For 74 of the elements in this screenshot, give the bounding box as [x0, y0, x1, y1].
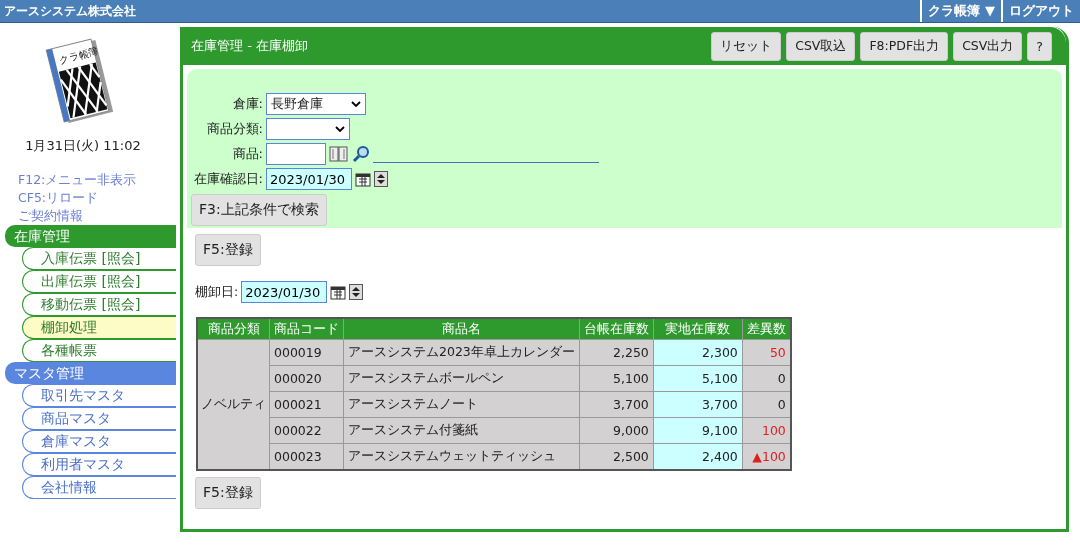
table-cell: 2,500	[579, 443, 654, 470]
toolbar-button[interactable]: CSV出力	[953, 31, 1023, 61]
date-time: 1月31日(火) 11:02	[24, 137, 142, 155]
field-label: 商品分類:	[205, 120, 263, 138]
field-label: 在庫確認日:	[192, 170, 263, 188]
category-select[interactable]	[266, 118, 350, 140]
table-cell: 3,700	[579, 391, 654, 418]
register-button[interactable]: F5:登録	[195, 234, 261, 266]
quantity-input[interactable]: 2,300	[653, 339, 743, 366]
chevron-down-icon	[351, 101, 361, 107]
menu-item[interactable]: 倉庫マスタ	[22, 430, 176, 453]
menu-item[interactable]: 棚卸処理	[22, 316, 176, 339]
logout-link[interactable]: ログアウト	[1001, 0, 1080, 22]
logo-text: クラ帳簿	[57, 44, 101, 68]
menu-item[interactable]: 移動伝票 [照会]	[22, 293, 176, 316]
panel-title: 在庫管理 - 在庫棚卸	[191, 37, 308, 55]
field-label: 商品:	[231, 145, 263, 163]
spinner-icon[interactable]	[374, 171, 388, 187]
column-header: 商品コード	[269, 318, 344, 340]
toolbar-button[interactable]: F8:PDF出力	[860, 31, 949, 61]
register-button[interactable]: F5:登録	[195, 477, 261, 509]
table-cell: 5,100	[579, 365, 654, 392]
field-label: 棚卸日:	[195, 283, 239, 301]
sidebar-link[interactable]: CF5:リロード	[18, 189, 176, 207]
table-cell: アースシステム2023年卓上カレンダー	[343, 339, 580, 366]
menu-item[interactable]: 入庫伝票 [照会]	[22, 247, 176, 270]
column-header: 実地在庫数	[653, 318, 743, 340]
menu-group-header[interactable]: 在庫管理	[5, 225, 176, 247]
column-header: 商品名	[343, 318, 580, 340]
table-cell: 000020	[269, 365, 344, 392]
menu-group-header[interactable]: マスタ管理	[5, 362, 176, 384]
menu-item[interactable]: 各種帳票	[22, 339, 176, 362]
table-cell: 000022	[269, 417, 344, 444]
calendar-icon[interactable]	[355, 171, 371, 187]
sidebar-link[interactable]: ご契約情報	[18, 207, 176, 225]
menu-item[interactable]: 商品マスタ	[22, 407, 176, 430]
company-name: アースシステム株式会社	[3, 2, 136, 20]
table-cell: アースシステムウェットティッシュ	[343, 443, 580, 470]
table-cell: 000021	[269, 391, 344, 418]
quantity-input[interactable]: 3,700	[653, 391, 743, 418]
app-menu[interactable]: クラ帳簿 ▼	[920, 0, 1001, 22]
column-header: 商品分類	[197, 318, 270, 340]
table-cell: 2,250	[579, 339, 654, 366]
search-button[interactable]: F3:上記条件で検索	[191, 194, 327, 226]
warehouse-select[interactable]: 長野倉庫	[266, 93, 366, 115]
field-label: 倉庫:	[231, 95, 263, 113]
column-header: 台帳在庫数	[579, 318, 654, 340]
table-cell: 000023	[269, 443, 344, 470]
toolbar-button[interactable]: CSV取込	[786, 31, 856, 61]
menu-item[interactable]: 取引先マスタ	[22, 384, 176, 407]
search-icon[interactable]	[352, 145, 370, 163]
book-icon[interactable]	[329, 145, 349, 163]
menu-item[interactable]: 出庫伝票 [照会]	[22, 270, 176, 293]
quantity-input[interactable]: 2,400	[653, 443, 743, 470]
table-cell: 000019	[269, 339, 344, 366]
product-input[interactable]	[266, 143, 326, 165]
sidebar-link[interactable]: F12:メニュー非表示	[18, 171, 176, 189]
table-cell: アースシステム付箋紙	[343, 417, 580, 444]
table-cell: ノベルティ	[197, 339, 270, 470]
column-header: 差異数	[742, 318, 791, 340]
menu-item[interactable]: 利用者マスタ	[22, 453, 176, 476]
toolbar-button[interactable]: リセット	[711, 31, 782, 61]
quantity-input[interactable]: 9,100	[653, 417, 743, 444]
spinner-icon[interactable]	[349, 284, 364, 300]
calendar-icon[interactable]	[330, 284, 347, 300]
menu-item[interactable]: 会社情報	[22, 476, 176, 499]
table-cell: 9,000	[579, 417, 654, 444]
table-cell: アースシステムノート	[343, 391, 580, 418]
quantity-input[interactable]: 5,100	[653, 365, 743, 392]
date-input[interactable]: 2023/01/30	[241, 281, 328, 303]
table-cell: アースシステムボールペン	[343, 365, 580, 392]
chevron-down-icon	[335, 126, 345, 132]
toolbar-button[interactable]: ?	[1027, 31, 1052, 61]
date-input[interactable]: 2023/01/30	[266, 168, 352, 190]
